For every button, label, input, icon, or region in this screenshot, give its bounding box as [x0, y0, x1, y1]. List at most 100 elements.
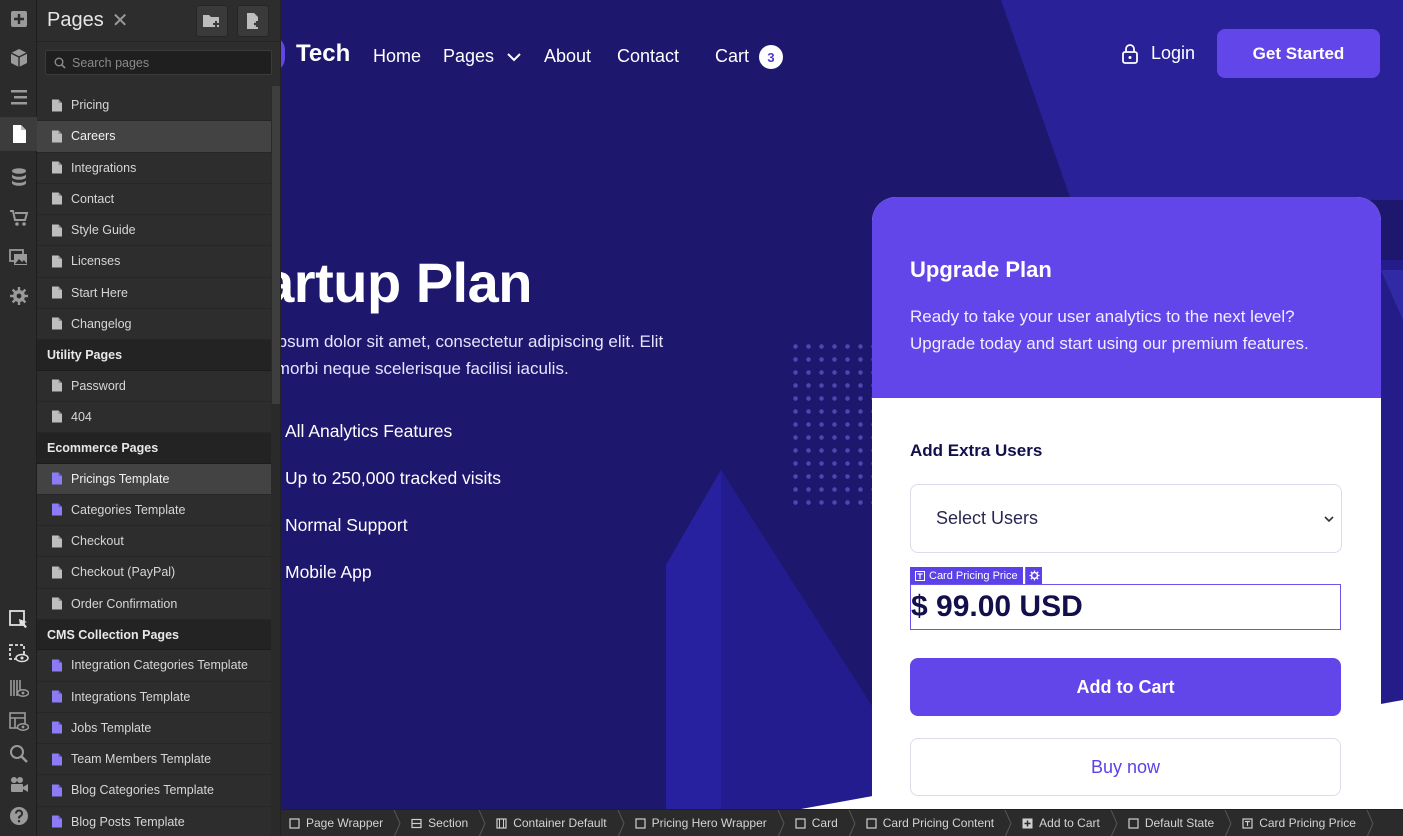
page-list-item[interactable]: Integrations Template: [37, 682, 271, 713]
nav-pages[interactable]: Pages: [443, 46, 521, 67]
breadcrumb-item[interactable]: Add to Cart: [1022, 809, 1128, 836]
page-list-item[interactable]: Categories Template: [37, 495, 271, 526]
add-page-icon[interactable]: [237, 5, 269, 37]
breadcrumb-label: Default State: [1144, 816, 1215, 830]
page-list-item-label: Pricing: [71, 98, 110, 113]
page-list-item[interactable]: Start Here: [37, 278, 271, 309]
page-icon: [52, 410, 62, 423]
scrollbar-thumb[interactable]: [272, 86, 280, 404]
video-tutorials-icon[interactable]: [0, 768, 37, 802]
page-icon: [52, 597, 62, 610]
navigator-icon[interactable]: [0, 80, 37, 114]
page-list: Pricing Careers Integrations Contact Style G…: [37, 90, 271, 836]
page-list-item[interactable]: Checkout: [37, 526, 271, 558]
card-header: Upgrade Plan Ready to take your user ana…: [872, 197, 1381, 398]
breadcrumb-item[interactable]: Card Pricing Content: [866, 809, 1022, 836]
search-icon[interactable]: [0, 737, 37, 771]
get-started-button[interactable]: Get Started: [1217, 29, 1380, 78]
design-canvas[interactable]: Tech Home Pages About Contact Cart 3 Log…: [281, 0, 1403, 809]
breadcrumb-item[interactable]: Card Pricing Price: [1242, 809, 1384, 836]
breadcrumb-label: Section: [428, 816, 469, 830]
left-toolbar: [0, 0, 37, 836]
preview-layout-icon[interactable]: [0, 705, 37, 739]
nav-about[interactable]: About: [544, 46, 591, 67]
page-list-item[interactable]: Style Guide: [37, 215, 271, 247]
buy-now-button[interactable]: Buy now: [910, 738, 1341, 796]
login-label: Login: [1151, 43, 1196, 63]
page-list-item[interactable]: Blog Posts Template: [37, 807, 271, 836]
scrollbar[interactable]: [271, 86, 280, 836]
ecommerce-cart-icon[interactable]: [0, 201, 37, 235]
close-icon[interactable]: ✕: [112, 8, 129, 33]
page-list-item[interactable]: Pricings Template: [37, 463, 271, 495]
page-list-item[interactable]: 404: [37, 402, 271, 433]
page-list-item-label: Integrations Template: [71, 689, 191, 704]
page-icon: [52, 317, 62, 330]
hero-desc-line: isi morbi neque scelerisque facilisi iac…: [281, 359, 569, 378]
page-list-item[interactable]: Pricing: [37, 90, 271, 122]
card-pricing-price[interactable]: $ 99.00 USD: [910, 584, 1341, 630]
pages-icon[interactable]: [0, 117, 37, 151]
breadcrumb-item[interactable]: Page Wrapper: [289, 809, 411, 836]
search-box[interactable]: [45, 50, 272, 75]
breadcrumb-item[interactable]: Pricing Hero Wrapper: [634, 809, 795, 836]
breadcrumb-item[interactable]: Container Default: [496, 809, 634, 836]
page-list-item-label: 404: [71, 409, 92, 424]
page-list-item[interactable]: Password: [37, 371, 271, 402]
search-icon: [54, 57, 66, 69]
page-list-item[interactable]: Order Confirmation: [37, 589, 271, 620]
breadcrumb-item[interactable]: Default State: [1128, 809, 1242, 836]
page-list-item[interactable]: Licenses: [37, 246, 271, 278]
selected-element-tag[interactable]: Card Pricing Price: [910, 567, 1023, 584]
page-list-item[interactable]: Contact: [37, 184, 271, 215]
settings-gear-icon[interactable]: [0, 279, 37, 313]
page-list-item-label: Contact: [71, 191, 115, 206]
breadcrumb-separator-icon: [478, 809, 486, 836]
preview-select-icon[interactable]: [0, 637, 37, 671]
page-list-item[interactable]: Integration Categories Template: [37, 650, 271, 682]
search-input[interactable]: [72, 55, 262, 70]
page-list-item[interactable]: Blog Categories Template: [37, 775, 271, 807]
login-link[interactable]: Login: [1121, 43, 1195, 64]
page-list-item-label: Careers: [71, 129, 116, 144]
template-page-icon: [52, 503, 62, 516]
page-list-item[interactable]: Team Members Template: [37, 744, 271, 776]
components-icon[interactable]: [0, 41, 37, 75]
page-list-item[interactable]: Changelog: [37, 309, 271, 340]
nav-contact[interactable]: Contact: [617, 46, 679, 67]
pages-panel: Pages ✕ Pricing Careers Integrations Contac…: [37, 0, 281, 836]
chevron-down-icon: [1324, 516, 1334, 523]
brand-name[interactable]: Tech: [296, 40, 350, 68]
help-icon[interactable]: [0, 799, 37, 833]
feature-item: All Analytics Features: [285, 421, 453, 441]
feature-item: Mobile App: [285, 562, 372, 582]
add-to-cart-button[interactable]: Add to Cart: [910, 658, 1341, 716]
nav-cart[interactable]: Cart: [715, 46, 749, 67]
breadcrumb-label: Container Default: [513, 816, 607, 830]
page-list-item[interactable]: Checkout (PayPal): [37, 557, 271, 589]
add-elements-icon[interactable]: [0, 2, 37, 36]
page-list-item[interactable]: Jobs Template: [37, 713, 271, 744]
nav-home[interactable]: Home: [373, 46, 421, 67]
assets-icon[interactable]: [0, 240, 37, 274]
select-users-dropdown[interactable]: Select Users: [910, 484, 1342, 553]
breadcrumb-item[interactable]: Card: [795, 809, 866, 836]
page-list-item[interactable]: Integrations: [37, 153, 271, 184]
element-settings-gear-icon[interactable]: [1025, 567, 1042, 584]
decorative-dots: [789, 340, 873, 510]
cms-icon[interactable]: [0, 160, 37, 194]
page-group-header: Ecommerce Pages: [37, 433, 271, 464]
select-cursor-icon[interactable]: [0, 603, 37, 637]
container-icon: [496, 817, 507, 829]
add-folder-icon[interactable]: [196, 5, 228, 37]
template-page-icon: [52, 659, 62, 672]
breadcrumb-separator-icon: [1110, 809, 1118, 836]
breadcrumb-label: Card Pricing Content: [882, 816, 995, 830]
page-list-item[interactable]: Careers: [37, 121, 271, 153]
x-ray-icon[interactable]: [0, 671, 37, 705]
search-container: [37, 42, 280, 84]
template-page-icon: [52, 472, 62, 485]
template-page-icon: [52, 721, 62, 734]
element-breadcrumb: Page Wrapper Section Container Default Pric…: [281, 809, 1403, 836]
breadcrumb-item[interactable]: Section: [411, 809, 496, 836]
